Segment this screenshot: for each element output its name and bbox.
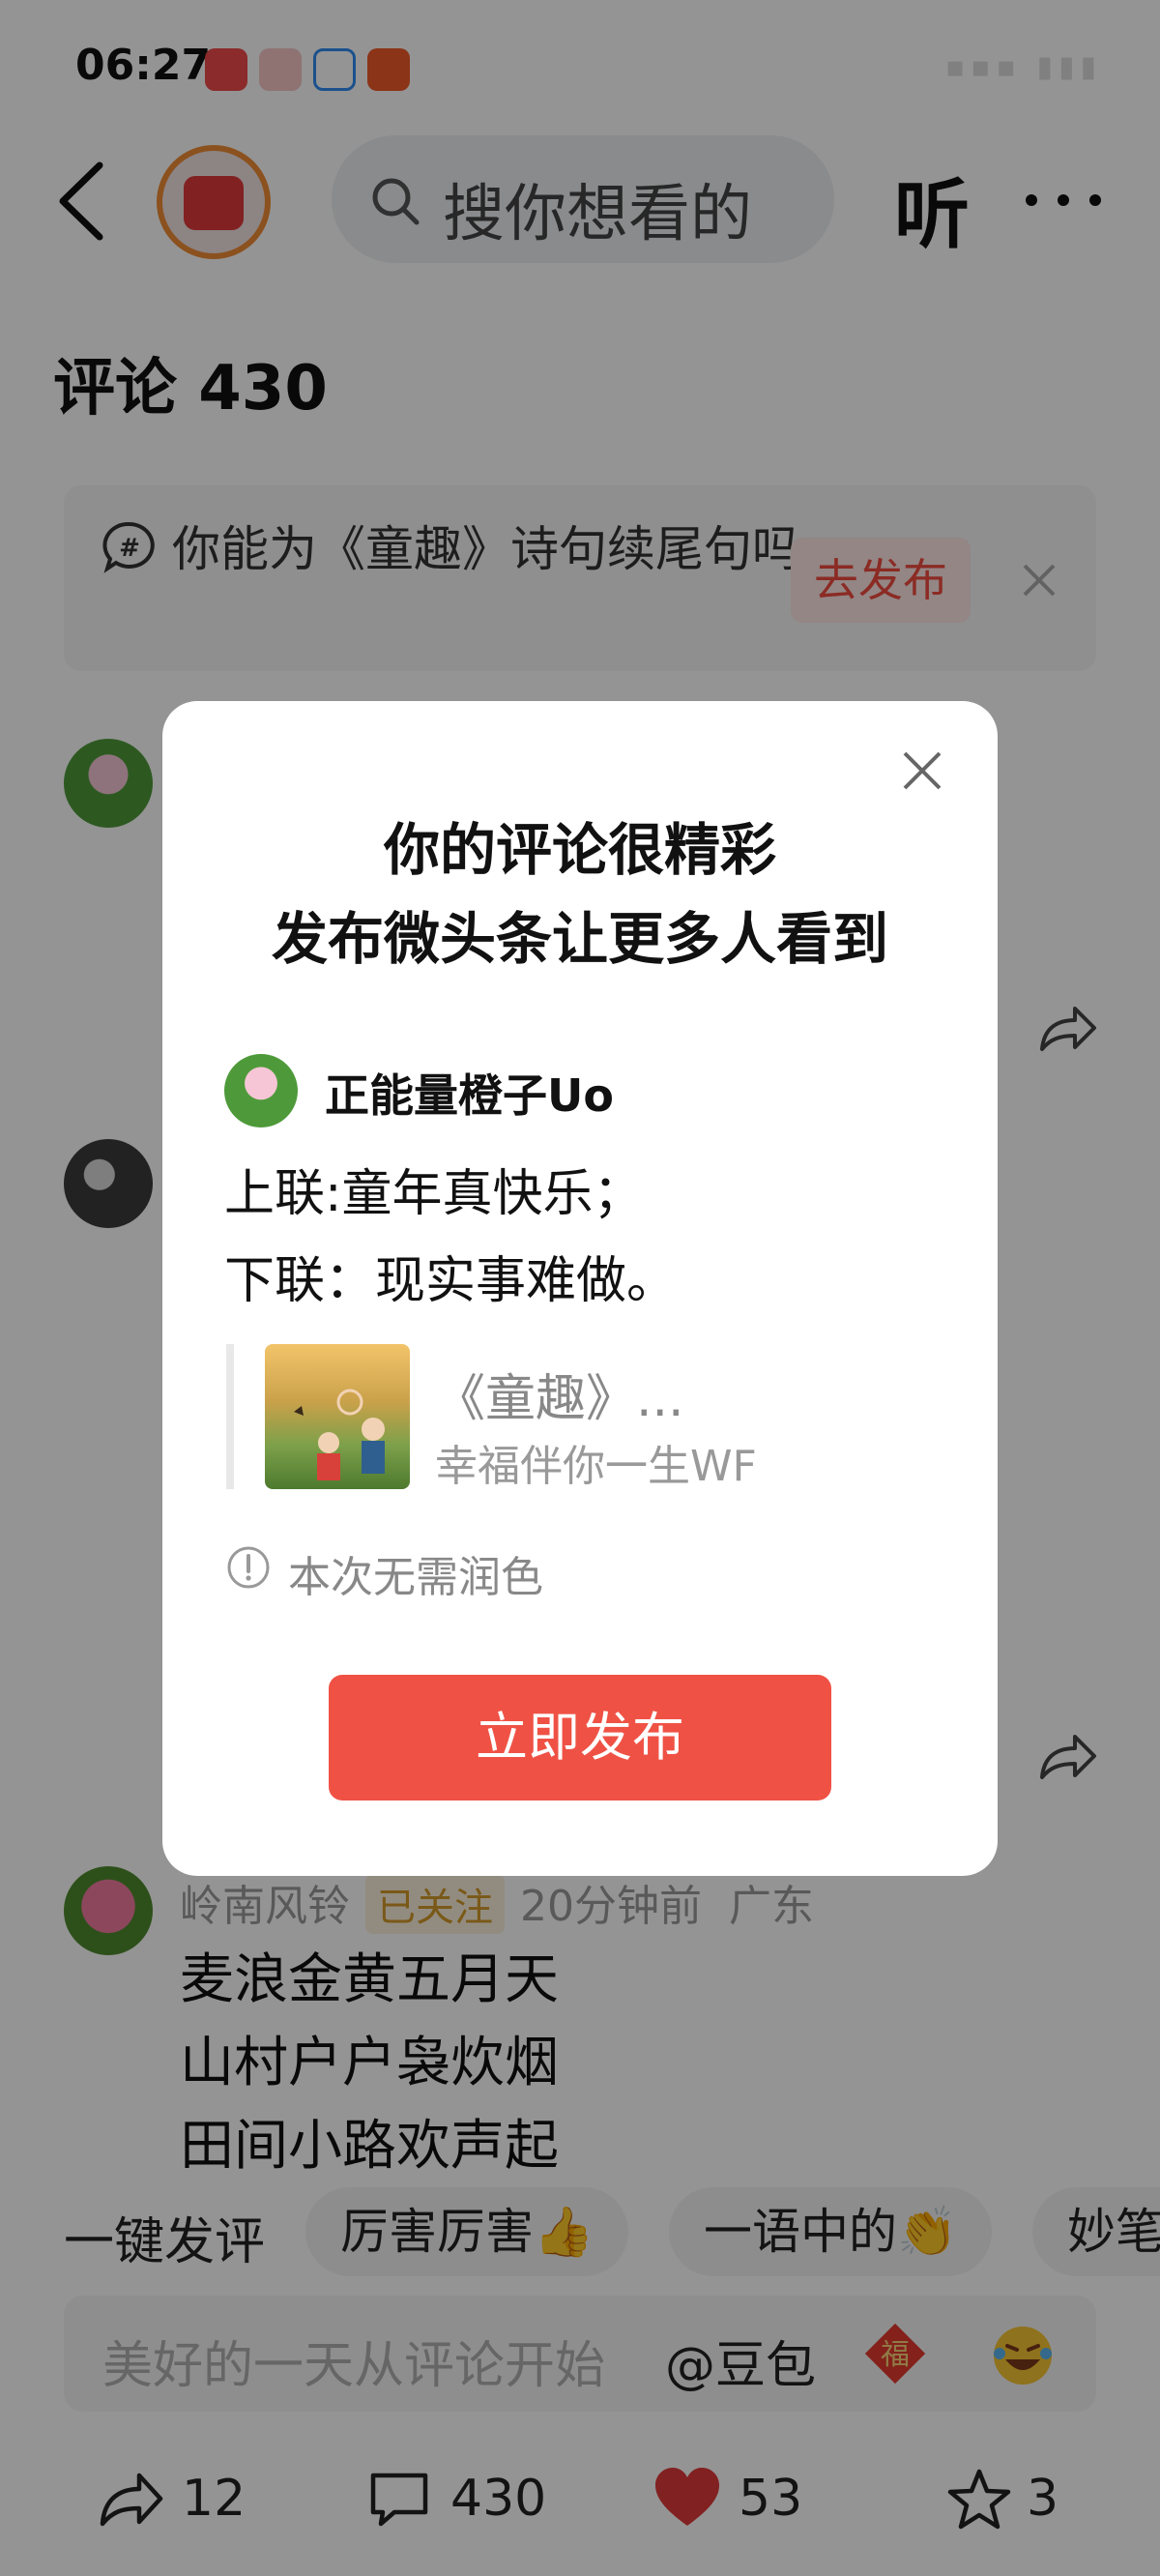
article-thumbnail: [265, 1344, 410, 1489]
avatar: [224, 1054, 298, 1127]
children-playing-image: [294, 1389, 385, 1480]
modal-title-line: 发布微头条让更多人看到: [271, 906, 888, 972]
close-icon[interactable]: [901, 749, 943, 792]
publish-modal: 你的评论很精彩 发布微头条让更多人看到 正能量橙子Uo 上联:童年真快乐； 下联…: [162, 701, 998, 1876]
status-bar-dim: [0, 0, 1160, 116]
publish-now-button[interactable]: 立即发布: [329, 1675, 831, 1800]
modal-comment-line: 上联:童年真快乐；: [224, 1165, 644, 1223]
polish-hint: 本次无需润色: [288, 1553, 543, 1602]
info-icon: [227, 1546, 270, 1589]
quoted-article-author: 幸福伴你一生WF: [435, 1442, 757, 1491]
modal-title-line: 你的评论很精彩: [383, 817, 776, 883]
quoted-article-title: 《童趣》...: [435, 1370, 684, 1428]
modal-title: 你的评论很精彩 发布微头条让更多人看到: [162, 805, 998, 983]
modal-comment-body: 上联:童年真快乐； 下联：现实事难做。: [224, 1151, 677, 1325]
modal-user-name: 正能量橙子Uo: [325, 1069, 614, 1122]
modal-comment-line: 下联：现实事难做。: [224, 1252, 678, 1310]
quoted-article: 《童趣》... 幸福伴你一生WF: [226, 1344, 903, 1491]
